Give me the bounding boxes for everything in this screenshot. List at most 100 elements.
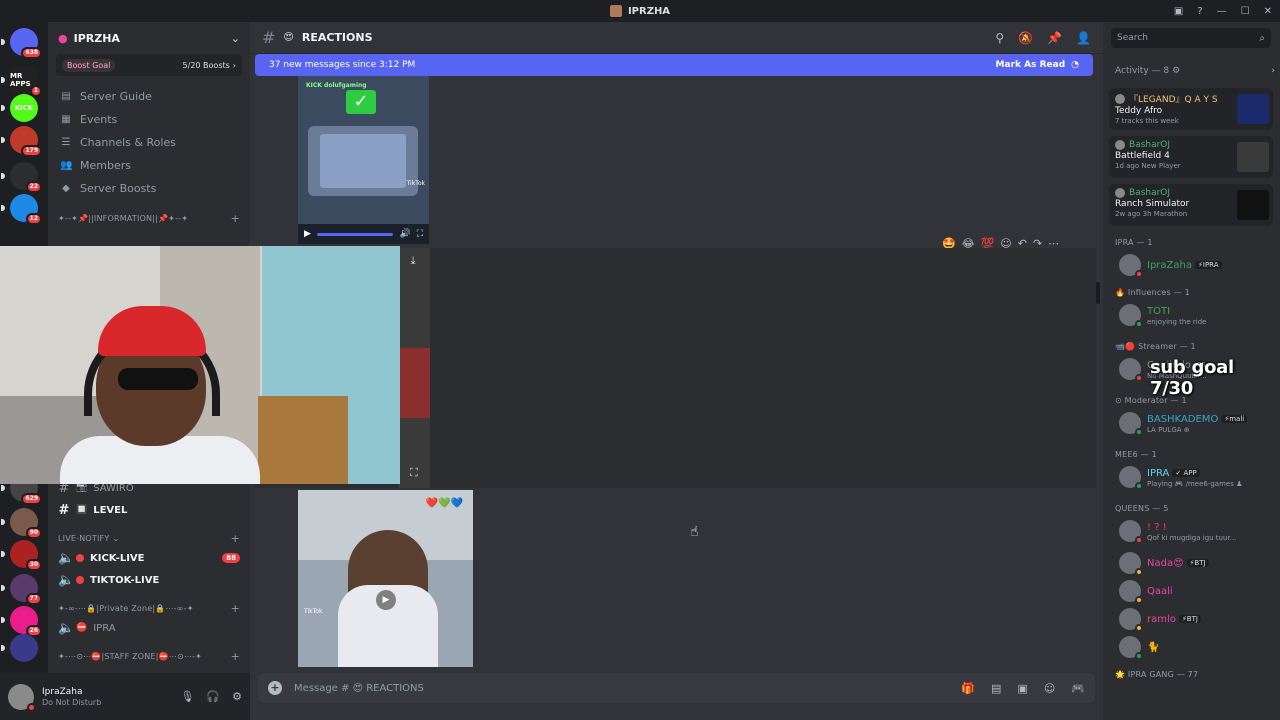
unread-indicator [1, 173, 5, 179]
member-group-header: 🌟 IPRA GANG — 77 [1115, 670, 1199, 679]
video-attachment[interactable]: KICK dolufgaming ✓ TikTok [298, 76, 429, 244]
category-live-notify[interactable]: LIVE-NOTIFY ⌄ + [48, 529, 250, 547]
server-icon[interactable]: KICK [1, 94, 38, 122]
video-progress-bar[interactable] [316, 232, 394, 236]
play-icon[interactable]: ▶ [376, 590, 396, 610]
unread-badge: 1 [29, 85, 42, 97]
unread-indicator [1, 137, 5, 143]
volume-icon[interactable]: 🔊 [399, 229, 410, 239]
member-group-header: 🔥 Influences — 1 [1115, 288, 1190, 297]
activity-card[interactable]: BasharOJ Battlefield 4 1d ago New Player [1109, 136, 1273, 178]
avatar [1115, 93, 1125, 104]
member-list-icon[interactable]: 👤 [1076, 31, 1091, 45]
minimize-button[interactable]: — [1217, 6, 1227, 17]
mark-as-read-button[interactable]: Mark As Read [996, 60, 1066, 70]
search-input[interactable]: Search ⌕ [1111, 28, 1271, 48]
kick-tag: KICK dolufgaming [306, 82, 367, 89]
member-item[interactable]: BASHKADEMO ⚡mali LA PULGA ⊕ [1119, 410, 1275, 436]
close-button[interactable]: ✕ [1264, 6, 1272, 17]
nav-item-events[interactable]: ▦ Events [48, 108, 250, 130]
server-icon[interactable]: 179 [1, 126, 42, 157]
member-status: enjoying the ride [1147, 317, 1207, 326]
new-messages-bar[interactable]: 37 new messages since 3:12 PM Mark As Re… [255, 54, 1093, 76]
server-icon[interactable]: 30 [1, 540, 42, 571]
channel-kick-live[interactable]: 🔈 KICK-LIVE 88 [48, 547, 250, 569]
boost-goal-bar[interactable]: Boost Goal 5/20 Boosts › [56, 54, 242, 76]
server-icon[interactable]: 90 [1, 508, 42, 539]
scrollbar[interactable] [1096, 282, 1100, 304]
channel-tiktok-live[interactable]: 🔈 TIKTOK-LIVE [48, 569, 250, 591]
server-icon[interactable]: MR APPS 1 [1, 66, 42, 97]
fullscreen-icon[interactable]: ⛶ [410, 466, 418, 480]
pin-icon[interactable]: 📌 [1047, 31, 1062, 45]
add-channel-icon[interactable]: + [231, 650, 240, 663]
member-item[interactable]: IPRA ✓ APP Playing 🎮 /mee6-games ♟ [1119, 464, 1275, 490]
activity-card[interactable]: 『LEGAND』Q A Y S Teddy Afro 7 tracks this w… [1109, 88, 1273, 130]
channel-name: SAWIRO [93, 482, 134, 494]
category-information[interactable]: ✦--✦📌||INFORMATION||📌✦--✦ + [48, 209, 250, 227]
fullscreen-icon[interactable]: ⛶ [417, 229, 423, 239]
add-attachment-icon[interactable]: + [268, 681, 282, 695]
maximize-button[interactable]: ☐ [1241, 6, 1250, 17]
member-item[interactable]: ! ? ! Qof ki mugdiga igu tuur... [1119, 518, 1275, 544]
activity-card[interactable]: BasharOJ Ranch Simulator 2w ago 3h Maratho… [1109, 184, 1273, 226]
server-icon[interactable]: 22 [1, 162, 42, 193]
emoji-icon[interactable]: ☺ [1044, 682, 1055, 695]
category-staff-zone[interactable]: ✦-⋯⊙⋯⛔|STAFF ZONE|⛔⋯⊙⋯-✦ + [48, 647, 250, 665]
sticker-icon[interactable]: ▣ [1017, 682, 1027, 695]
nav-item-members[interactable]: 👥 Members [48, 154, 250, 176]
server-icon[interactable] [1, 634, 38, 662]
help-icon[interactable]: ? [1197, 6, 1202, 17]
status-icon [1135, 596, 1143, 604]
channel-level[interactable]: # 🔲 LEVEL [48, 499, 250, 521]
member-item[interactable]: IpraZaha ⚡IPRA [1119, 252, 1275, 278]
nav-item-server-boosts[interactable]: ◆ Server Boosts [48, 177, 250, 199]
play-icon[interactable]: ▶ [304, 229, 311, 239]
inbox-icon[interactable]: ▣ [1174, 6, 1183, 17]
member-name: IpraZaha [1147, 260, 1192, 271]
headphones-icon[interactable]: 🎧 [206, 690, 220, 703]
mark-read-icon: ◔ [1071, 60, 1079, 70]
member-item[interactable]: 🐈 [1119, 634, 1275, 660]
gift-icon[interactable]: 🎁 [961, 682, 975, 695]
composer-placeholder[interactable]: Message # 😍 REACTIONS [294, 683, 424, 694]
member-name: Nada😍 [1147, 558, 1184, 569]
role-tag: ✓ APP [1172, 468, 1200, 477]
live-dot-icon [76, 576, 84, 584]
microphone-icon[interactable]: 🎙 [180, 690, 194, 703]
speaker-icon: 🔈 [58, 572, 75, 588]
channel-name: KICK-LIVE [90, 552, 145, 564]
channel-emoji: 😍 [352, 682, 364, 694]
server-name: IPRZHA [73, 31, 120, 45]
member-item[interactable]: Nada😍 ⚡BTJ [1119, 550, 1275, 576]
gif-icon[interactable]: ▤ [991, 682, 1001, 695]
add-channel-icon[interactable]: + [231, 532, 240, 545]
avatar[interactable] [8, 683, 36, 712]
threads-icon[interactable]: ⚲ [995, 31, 1004, 45]
server-icon[interactable]: 77 [1, 574, 42, 605]
settings-gear-icon[interactable]: ⚙ [232, 690, 242, 703]
activity-thumbnail [1237, 142, 1269, 172]
channel-ipra[interactable]: 🔈 ⛔ IPRA [48, 617, 250, 639]
message-composer[interactable]: + Message # 😍 REACTIONS 🎁 ▤ ▣ ☺ 🎮 [258, 673, 1095, 703]
game-screen-image [320, 134, 406, 188]
activity-header[interactable]: Activity — 8 ⚙ › [1115, 66, 1275, 76]
category-private-zone[interactable]: ✦-∞-⋯🔒|Private Zone|🔒⋯-∞-✦ + [48, 599, 250, 617]
server-header[interactable]: ● IPRZHA ⌄ [48, 22, 250, 54]
unread-indicator [1, 77, 5, 83]
server-icon[interactable]: 12 [1, 194, 42, 225]
mute-bell-icon[interactable]: 🔕 [1018, 31, 1033, 45]
video-attachment[interactable]: ❤️💚💙 TikTok ▶ [298, 490, 473, 667]
member-item[interactable]: TOTI enjoying the ride [1119, 302, 1275, 328]
nav-item-server-guide[interactable]: ▤ Server Guide [48, 85, 250, 107]
server-icon[interactable]: 638 [1, 28, 42, 59]
add-channel-icon[interactable]: + [231, 602, 240, 615]
member-item[interactable]: Qaali [1119, 578, 1275, 604]
nav-item-channels-roles[interactable]: ☰ Channels & Roles [48, 131, 250, 153]
member-name: BASHKADEMO [1147, 413, 1219, 425]
download-icon[interactable]: ⤓ [402, 254, 424, 272]
add-channel-icon[interactable]: + [231, 212, 240, 225]
server-icon[interactable]: 26 [1, 606, 42, 637]
apps-icon[interactable]: 🎮 [1071, 682, 1085, 695]
member-item[interactable]: ramlo ⚡BTJ [1119, 606, 1275, 632]
